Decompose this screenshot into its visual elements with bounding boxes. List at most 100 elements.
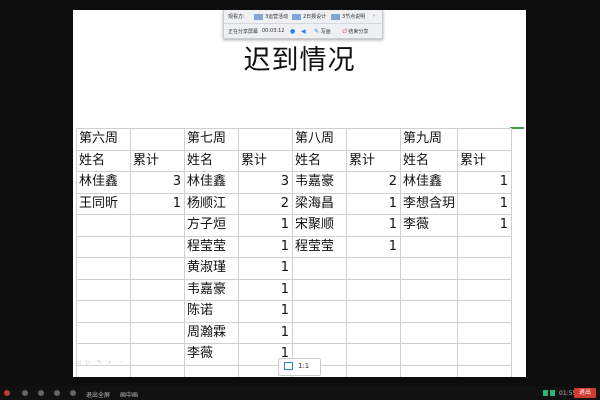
table-cell[interactable]: 1 <box>457 192 513 215</box>
table-cell[interactable] <box>130 128 185 151</box>
table-cell[interactable] <box>457 343 513 366</box>
table-cell[interactable]: 1 <box>238 257 293 280</box>
table-cell[interactable]: 1 <box>457 171 513 194</box>
table-cell[interactable] <box>457 278 513 301</box>
table-cell[interactable] <box>76 235 131 258</box>
table-cell[interactable]: 林佳鑫 <box>76 171 131 194</box>
table-cell[interactable] <box>399 235 459 258</box>
table-cell[interactable] <box>292 321 347 344</box>
table-cell[interactable] <box>346 343 401 366</box>
table-cell[interactable] <box>399 364 459 377</box>
table-cell[interactable] <box>130 257 185 280</box>
table-cell[interactable] <box>346 300 401 323</box>
table-cell[interactable]: 累计 <box>238 149 293 172</box>
table-cell[interactable]: 3 <box>130 171 185 194</box>
table-cell[interactable] <box>399 257 459 280</box>
table-cell[interactable]: 姓名 <box>292 149 347 172</box>
table-cell[interactable] <box>399 343 459 366</box>
table-cell[interactable] <box>457 235 513 258</box>
slide-tools-icons[interactable]: ◁ ▷ ✎ ⌕ ⋯ <box>76 359 125 367</box>
table-cell[interactable] <box>292 278 347 301</box>
settings-icon[interactable] <box>70 390 76 398</box>
table-cell[interactable]: 1 <box>238 235 293 258</box>
table-cell[interactable]: 王同昕 <box>76 192 131 215</box>
table-cell[interactable] <box>130 278 185 301</box>
microphone-icon[interactable]: ● <box>290 28 295 35</box>
table-cell[interactable]: 姓名 <box>76 149 131 172</box>
table-cell[interactable]: 陈诺 <box>184 300 239 323</box>
share-source-tab[interactable]: 3运营活动 <box>254 13 288 20</box>
table-cell[interactable]: 韦嘉豪 <box>292 171 347 194</box>
table-cell[interactable]: 姓名 <box>399 149 459 172</box>
table-cell[interactable] <box>184 364 239 377</box>
table-cell[interactable]: 1 <box>238 300 293 323</box>
annotate-button[interactable]: ✎ 写画 <box>314 28 331 35</box>
table-cell[interactable] <box>457 257 513 280</box>
table-cell[interactable] <box>130 321 185 344</box>
table-cell[interactable] <box>130 214 185 237</box>
exit-fullscreen-button[interactable]: 退出全屏 <box>86 390 110 399</box>
table-cell[interactable]: 1 <box>346 192 401 215</box>
table-cell[interactable] <box>76 257 131 280</box>
table-cell[interactable]: 韦嘉豪 <box>184 278 239 301</box>
table-cell[interactable]: 1 <box>238 321 293 344</box>
user-icon[interactable] <box>54 390 60 398</box>
table-cell[interactable] <box>346 364 401 377</box>
table-cell[interactable] <box>457 300 513 323</box>
table-cell[interactable] <box>76 214 131 237</box>
table-cell[interactable]: 程莹莹 <box>292 235 347 258</box>
table-cell[interactable]: 第六周 <box>76 128 131 151</box>
table-cell[interactable]: 1 <box>346 235 401 258</box>
table-cell[interactable] <box>457 128 513 151</box>
table-cell[interactable] <box>130 300 185 323</box>
table-cell[interactable]: 第八周 <box>292 128 347 151</box>
table-cell[interactable]: 累计 <box>346 149 401 172</box>
table-cell[interactable]: 宋聚顺 <box>292 214 347 237</box>
table-cell[interactable]: 1 <box>346 214 401 237</box>
chevron-right-icon[interactable]: › <box>373 13 375 19</box>
table-cell[interactable]: 杨顺江 <box>184 192 239 215</box>
table-cell[interactable]: 方子烜 <box>184 214 239 237</box>
table-cell[interactable]: 2 <box>238 192 293 215</box>
table-cell[interactable] <box>292 300 347 323</box>
table-cell[interactable]: 周瀚霖 <box>184 321 239 344</box>
table-cell[interactable] <box>130 235 185 258</box>
table-cell[interactable] <box>238 128 293 151</box>
table-cell[interactable]: 姓名 <box>184 149 239 172</box>
table-cell[interactable]: 程莹莹 <box>184 235 239 258</box>
table-cell[interactable]: 第七周 <box>184 128 239 151</box>
table-cell[interactable] <box>399 300 459 323</box>
table-cell[interactable]: 林佳鑫 <box>399 171 459 194</box>
table-cell[interactable] <box>346 128 401 151</box>
table-cell[interactable] <box>130 364 185 377</box>
zoom-control[interactable]: 1:1 <box>278 358 321 376</box>
table-cell[interactable]: 2 <box>346 171 401 194</box>
table-cell[interactable] <box>76 321 131 344</box>
table-cell[interactable] <box>399 321 459 344</box>
table-cell[interactable]: 1 <box>130 192 185 215</box>
table-cell[interactable]: 3 <box>238 171 293 194</box>
camera-icon[interactable] <box>38 390 44 398</box>
speaker-icon[interactable]: ◀ <box>301 28 306 35</box>
table-cell[interactable] <box>346 278 401 301</box>
table-cell[interactable]: 累计 <box>130 149 185 172</box>
table-cell[interactable]: 1 <box>238 214 293 237</box>
table-cell[interactable] <box>130 343 185 366</box>
table-cell[interactable]: 李想含玥 <box>399 192 459 215</box>
table-cell[interactable] <box>457 364 513 377</box>
share-source-tab[interactable]: 3节点说明 <box>331 13 365 20</box>
table-cell[interactable] <box>457 321 513 344</box>
table-cell[interactable]: 累计 <box>457 149 513 172</box>
table-cell[interactable] <box>346 321 401 344</box>
table-cell[interactable] <box>399 278 459 301</box>
stop-share-button[interactable]: ⏻ 结束分享 <box>342 28 368 36</box>
table-cell[interactable]: 林佳鑫 <box>184 171 239 194</box>
table-cell[interactable] <box>346 257 401 280</box>
table-cell[interactable] <box>292 257 347 280</box>
exit-button[interactable]: 退出 <box>574 388 596 398</box>
share-source-tab[interactable]: 2日报设计 <box>292 13 326 20</box>
table-cell[interactable]: 1 <box>238 278 293 301</box>
picture-in-picture-button[interactable]: 画中画 <box>120 390 138 399</box>
table-cell[interactable]: 第九周 <box>399 128 459 151</box>
table-cell[interactable]: 1 <box>457 214 513 237</box>
